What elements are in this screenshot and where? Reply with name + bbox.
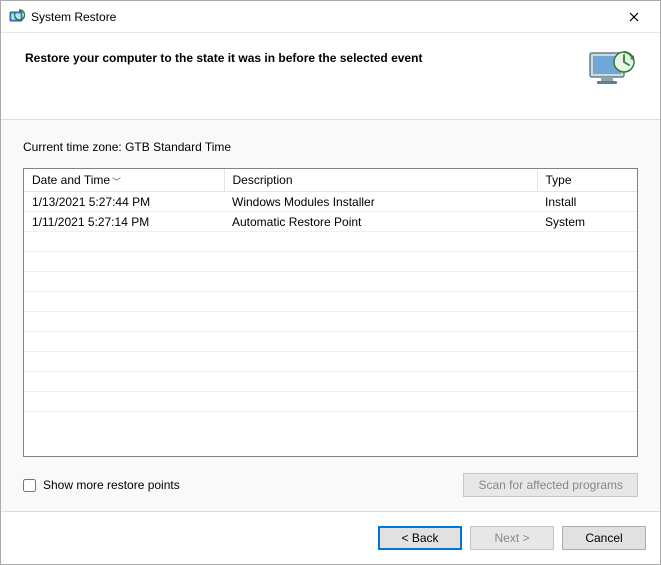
main-content: Current time zone: GTB Standard Time Dat… xyxy=(1,119,660,512)
table-row xyxy=(24,392,637,412)
table-row xyxy=(24,272,637,292)
cell-type: Install xyxy=(537,192,637,212)
table-row xyxy=(24,312,637,332)
table-row xyxy=(24,232,637,252)
table-row xyxy=(24,352,637,372)
cell-type: System xyxy=(537,212,637,232)
close-button[interactable] xyxy=(612,3,656,31)
window-title: System Restore xyxy=(31,10,612,24)
cell-datetime: 1/11/2021 5:27:14 PM xyxy=(24,212,224,232)
page-heading: Restore your computer to the state it wa… xyxy=(25,49,576,65)
timezone-label: Current time zone: xyxy=(23,140,122,154)
table-row[interactable]: 1/13/2021 5:27:44 PMWindows Modules Inst… xyxy=(24,192,637,212)
restore-points-table[interactable]: Date and Time ﹀ Description Type 1/13/20… xyxy=(23,168,638,457)
table-row[interactable]: 1/11/2021 5:27:14 PMAutomatic Restore Po… xyxy=(24,212,637,232)
wizard-footer: < Back Next > Cancel xyxy=(1,512,660,564)
cancel-button[interactable]: Cancel xyxy=(562,526,646,550)
restore-monitor-icon xyxy=(588,49,636,89)
system-restore-window: System Restore Restore your computer to … xyxy=(0,0,661,565)
sort-descending-icon: ﹀ xyxy=(112,175,121,188)
table-row xyxy=(24,292,637,312)
column-header-datetime[interactable]: Date and Time ﹀ xyxy=(24,169,224,192)
show-more-label[interactable]: Show more restore points xyxy=(43,478,180,492)
table-row xyxy=(24,372,637,392)
table-row xyxy=(24,332,637,352)
titlebar: System Restore xyxy=(1,1,660,33)
system-restore-icon xyxy=(9,9,25,25)
next-button: Next > xyxy=(470,526,554,550)
table-row xyxy=(24,252,637,272)
timezone-value: GTB Standard Time xyxy=(125,140,231,154)
header-band: Restore your computer to the state it wa… xyxy=(1,33,660,119)
show-more-checkbox[interactable] xyxy=(23,479,36,492)
below-table-row: Show more restore points Scan for affect… xyxy=(23,473,638,497)
scan-affected-button: Scan for affected programs xyxy=(463,473,638,497)
timezone-line: Current time zone: GTB Standard Time xyxy=(23,140,638,154)
cell-datetime: 1/13/2021 5:27:44 PM xyxy=(24,192,224,212)
column-header-description[interactable]: Description xyxy=(224,169,537,192)
column-header-type[interactable]: Type xyxy=(537,169,637,192)
cell-description: Automatic Restore Point xyxy=(224,212,537,232)
back-button[interactable]: < Back xyxy=(378,526,462,550)
cell-description: Windows Modules Installer xyxy=(224,192,537,212)
